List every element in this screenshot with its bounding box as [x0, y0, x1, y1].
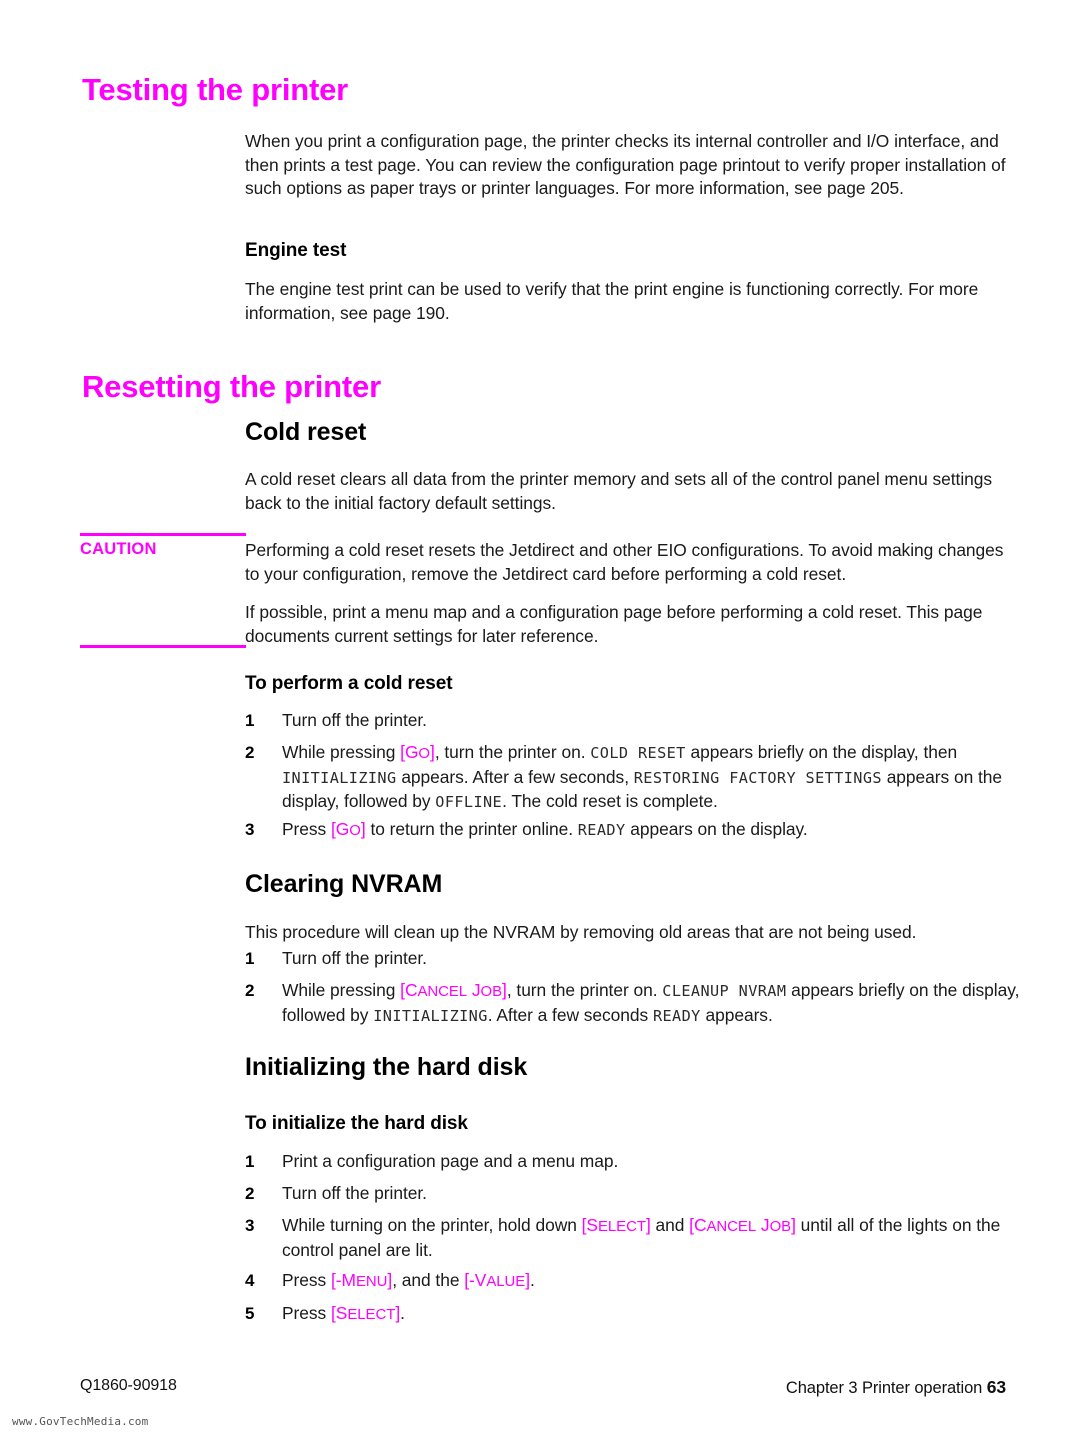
step-text: While turning on the printer, hold down … — [282, 1215, 1001, 1260]
step-number: 4 — [245, 1271, 255, 1290]
step-harddisk-5: 5 Press [SELECT]. — [245, 1302, 1020, 1327]
footer-chapter-label: Chapter 3 Printer operation — [785, 1379, 983, 1397]
cold-reset-paragraph: A cold reset clears all data from the pr… — [245, 469, 993, 513]
clearing-nvram-paragraph: This procedure will clean up the NVRAM b… — [245, 922, 917, 942]
clearing-nvram-block: Clearing NVRAM This procedure will clean… — [245, 870, 1017, 945]
caution-label: CAUTION — [80, 540, 157, 558]
lcd-display-message: READY — [652, 1006, 701, 1025]
step-cold-reset-3: 3 Press [GO] to return the printer onlin… — [245, 818, 1020, 843]
initializing-hard-disk-block: Initializing the hard disk — [245, 1053, 1017, 1082]
control-panel-key: [SELECT] — [581, 1215, 651, 1235]
heading-to-initialize-the-hard-disk: To initialize the hard disk — [245, 1113, 468, 1134]
lcd-display-message: INITIALIZING — [373, 1006, 488, 1025]
page-title-resetting-the-printer: Resetting the printer — [82, 368, 381, 404]
initialize-hard-disk-procedure-heading-block: To initialize the hard disk — [245, 1113, 1017, 1135]
heading-engine-test: Engine test — [245, 240, 347, 261]
lcd-display-message: COLD RESET — [590, 744, 686, 762]
step-harddisk-4: 4 Press [-MENU], and the [-VALUE]. — [245, 1269, 1020, 1294]
heading-to-perform-a-cold-reset: To perform a cold reset — [245, 673, 453, 694]
step-number: 3 — [245, 1216, 255, 1235]
step-number: 3 — [245, 820, 255, 839]
footer-part-number: Q1860-90918 — [80, 1377, 177, 1394]
step-nvram-1: 1 Turn off the printer. — [245, 947, 1020, 971]
step-harddisk-1: 1 Print a configuration page and a menu … — [245, 1150, 1020, 1174]
step-text: Turn off the printer. — [282, 710, 427, 730]
cold-reset-block: Cold reset A cold reset clears all data … — [245, 418, 1017, 515]
caution-rule-top — [80, 533, 246, 536]
lcd-display-message: READY — [577, 821, 626, 839]
control-panel-key: [SELECT] — [331, 1303, 401, 1323]
lcd-display-message: INITIALIZING — [282, 768, 397, 787]
step-text: While pressing [GO], turn the printer on… — [282, 742, 1003, 811]
lcd-display-message: RESTORING FACTORY SETTINGS — [633, 768, 882, 787]
control-panel-key: [-MENU] — [331, 1270, 393, 1290]
caution-note-block: If possible, print a menu map and a conf… — [245, 601, 1017, 648]
caution-paragraph: Performing a cold reset resets the Jetdi… — [245, 540, 1004, 584]
step-number: 2 — [245, 981, 255, 1000]
footer-page-number: 63 — [986, 1377, 1006, 1397]
step-text: Turn off the printer. — [282, 948, 427, 968]
step-harddisk-3: 3 While turning on the printer, hold dow… — [245, 1214, 1020, 1262]
step-text: Press [-MENU], and the [-VALUE]. — [282, 1270, 535, 1290]
step-harddisk-2: 2 Turn off the printer. — [245, 1182, 1020, 1206]
step-number: 5 — [245, 1304, 255, 1323]
testing-intro-paragraph: When you print a configuration page, the… — [245, 131, 1006, 198]
step-number: 1 — [245, 1152, 255, 1171]
step-cold-reset-1: 1 Turn off the printer. — [245, 709, 1020, 733]
caution-note-paragraph: If possible, print a menu map and a conf… — [245, 602, 983, 646]
cold-reset-procedure-heading-block: To perform a cold reset — [245, 673, 1017, 695]
testing-intro-block: When you print a configuration page, the… — [245, 130, 1017, 201]
step-cold-reset-2: 2 While pressing [GO], turn the printer … — [245, 741, 1020, 815]
step-number: 1 — [245, 711, 255, 730]
control-panel-key: [GO] — [400, 742, 435, 762]
step-text: While pressing [CANCEL JOB], turn the pr… — [282, 980, 1020, 1025]
control-panel-key: [CANCEL JOB] — [689, 1215, 796, 1235]
page-title-testing-the-printer: Testing the printer — [82, 71, 349, 107]
document-page: Testing the printer When you print a con… — [0, 0, 1080, 1437]
heading-clearing-nvram: Clearing NVRAM — [245, 870, 443, 898]
step-nvram-2: 2 While pressing [CANCEL JOB], turn the … — [245, 979, 1020, 1028]
heading-cold-reset: Cold reset — [245, 418, 367, 446]
step-text: Press [GO] to return the printer online.… — [282, 819, 808, 839]
engine-test-block: Engine test The engine test print can be… — [245, 240, 1017, 325]
step-number: 1 — [245, 949, 255, 968]
control-panel-key: [CANCEL JOB] — [400, 980, 507, 1000]
lcd-display-message: CLEANUP NVRAM — [662, 982, 787, 1000]
caution-body-block: Performing a cold reset resets the Jetdi… — [245, 539, 1017, 586]
watermark-url: www.GovTechMedia.com — [12, 1415, 149, 1428]
step-text: Print a configuration page and a menu ma… — [282, 1151, 619, 1171]
step-text: Press [SELECT]. — [282, 1303, 405, 1323]
control-panel-key: [-VALUE] — [464, 1270, 531, 1290]
control-panel-key: [GO] — [331, 819, 366, 839]
step-text: Turn off the printer. — [282, 1183, 427, 1203]
step-number: 2 — [245, 743, 255, 762]
step-number: 2 — [245, 1184, 255, 1203]
caution-rule-bottom — [80, 645, 246, 648]
engine-test-paragraph: The engine test print can be used to ver… — [245, 279, 979, 323]
heading-initializing-the-hard-disk: Initializing the hard disk — [245, 1053, 528, 1081]
lcd-display-message: OFFLINE — [435, 793, 503, 811]
footer-chapter-and-page: Chapter 3 Printer operation 63 — [786, 1377, 1006, 1398]
